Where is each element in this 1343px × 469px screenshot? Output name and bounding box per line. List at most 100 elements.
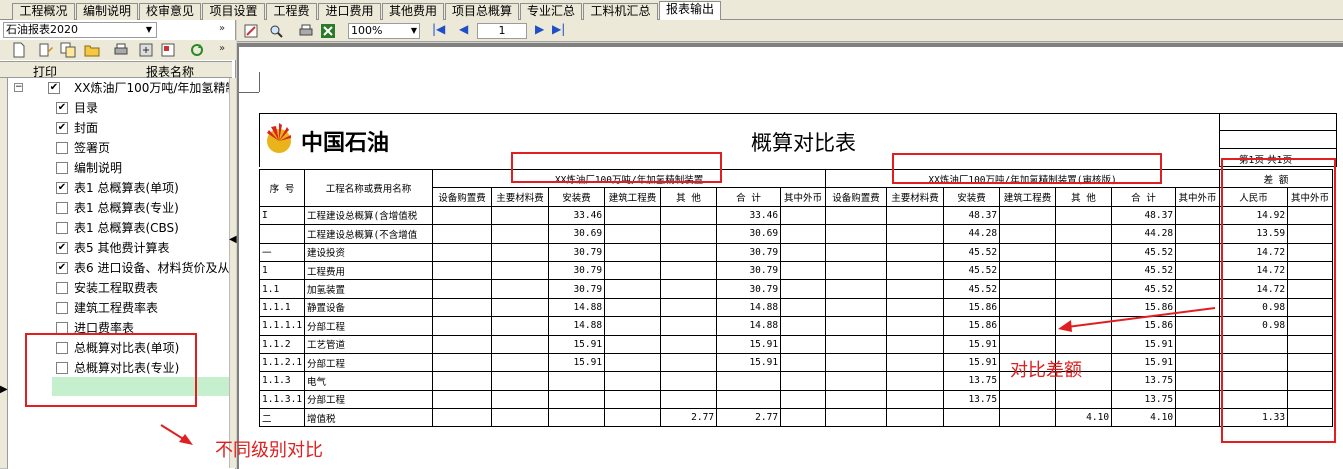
collapse-icon[interactable]: »	[219, 23, 225, 34]
crop-mark	[239, 92, 259, 93]
value-cell: 30.79	[548, 279, 606, 299]
value-cell	[825, 297, 888, 318]
value-cell: 45.52	[943, 279, 1001, 299]
tab-review-opinions[interactable]: 校审意见	[139, 3, 201, 20]
export-icon[interactable]	[160, 42, 176, 58]
value-cell: 45.52	[943, 242, 1001, 262]
more-tools-icon[interactable]: »	[219, 43, 225, 54]
new-icon[interactable]	[11, 42, 27, 58]
value-cell: 30.79	[716, 242, 782, 262]
value-cell	[716, 371, 782, 391]
report-list-item[interactable]: 签署页	[56, 138, 228, 158]
report-list-item[interactable]: 编制说明	[56, 158, 228, 178]
row-name-cell: 工程费用	[304, 260, 434, 281]
root-checkbox[interactable]: ✔	[48, 82, 60, 94]
tab-import-cost[interactable]: 进口费用	[318, 3, 381, 20]
value-cell	[491, 371, 550, 391]
row-seq-cell	[258, 224, 306, 244]
print-checkbox[interactable]	[56, 282, 68, 294]
value-cell	[491, 224, 550, 244]
collapse-toggle-icon[interactable]: −	[14, 83, 23, 92]
value-cell	[825, 408, 888, 428]
value-cell	[548, 389, 606, 410]
value-cell	[780, 297, 827, 318]
print-checkbox[interactable]	[56, 142, 68, 154]
print-checkbox[interactable]: ✔	[56, 182, 68, 194]
tab-project-overview[interactable]: 工程概况	[12, 3, 75, 20]
open-folder-icon[interactable]	[84, 42, 100, 58]
report-list-item[interactable]: ✔ 表1 总概算表(单项)	[56, 178, 228, 198]
value-cell: 15.91	[548, 352, 606, 373]
print-checkbox[interactable]	[56, 162, 68, 174]
print-checkbox[interactable]	[56, 202, 68, 214]
tab-discipline-summary[interactable]: 专业汇总	[520, 3, 582, 20]
edit-icon[interactable]	[38, 42, 54, 58]
print-checkbox[interactable]: ✔	[56, 122, 68, 134]
zoom-icon[interactable]	[268, 23, 284, 39]
splitter-arrow-icon[interactable]: ◀	[229, 234, 237, 245]
last-page-icon[interactable]: ▶|	[552, 22, 565, 36]
current-row-icon: ▶	[0, 384, 8, 395]
first-page-icon[interactable]: |◀	[432, 22, 445, 36]
value-cell	[604, 297, 662, 318]
report-list-item[interactable]: 表1 总概算表(CBS)	[56, 218, 228, 238]
value-cell: 14.88	[716, 297, 782, 318]
report-list-item-label: 封面	[74, 121, 99, 135]
zoom-select[interactable]: 100% ▼	[348, 23, 420, 39]
value-cell	[1055, 205, 1113, 226]
tab-compile-notes[interactable]: 编制说明	[76, 3, 138, 20]
row-name-cell: 增值税	[304, 408, 434, 428]
value-cell	[999, 205, 1057, 226]
report-list-item[interactable]: 安装工程取费表	[56, 278, 228, 298]
value-cell	[999, 316, 1057, 336]
print-checkbox[interactable]	[56, 222, 68, 234]
refresh-icon[interactable]	[189, 42, 205, 58]
tab-resource-summary[interactable]: 工料机汇总	[583, 3, 658, 20]
row-seq-cell: I	[258, 205, 306, 226]
report-set-select[interactable]: 石油报表2020 ▼	[3, 22, 157, 38]
tab-project-settings[interactable]: 项目设置	[202, 3, 265, 20]
value-cell	[825, 371, 888, 391]
print-checkbox[interactable]: ✔	[56, 242, 68, 254]
report-list-item[interactable]: ✔ 表6 进口设备、材料货价及从	[56, 258, 229, 278]
tab-engineering-cost[interactable]: 工程费	[266, 3, 317, 20]
row-name-cell: 加氢装置	[304, 279, 434, 299]
value-cell	[886, 316, 945, 336]
print-preview-icon[interactable]	[298, 23, 314, 39]
tab-total-estimate[interactable]: 项目总概算	[445, 3, 519, 20]
value-cell	[825, 389, 888, 410]
print-checkbox[interactable]: ✔	[56, 102, 68, 114]
value-cell	[432, 316, 493, 336]
copy-icon[interactable]	[60, 42, 76, 58]
value-cell	[999, 297, 1057, 318]
report-list-item[interactable]: ✔ 目录	[56, 98, 228, 118]
value-cell	[432, 279, 493, 299]
excel-export-icon[interactable]	[320, 23, 336, 39]
value-cell: 13.75	[943, 371, 1001, 391]
sub-col-header: 设备购置费	[432, 187, 493, 207]
settings-icon[interactable]	[138, 42, 154, 58]
report-list-item[interactable]: 表1 总概算表(专业)	[56, 198, 228, 218]
report-list-item[interactable]: ✔ 表5 其他费计算表	[56, 238, 228, 258]
design-icon[interactable]	[243, 23, 259, 39]
print-checkbox[interactable]	[56, 302, 68, 314]
tab-other-cost[interactable]: 其他费用	[382, 3, 444, 20]
print-icon[interactable]	[113, 42, 129, 58]
value-cell	[604, 242, 662, 262]
report-list-item[interactable]: ✔ 封面	[56, 118, 228, 138]
report-list-item-label: 表1 总概算表(单项)	[74, 181, 179, 195]
table-row: 1.1.3.1 分部工程 13.75 13.75	[258, 389, 1334, 410]
vertical-scrollbar[interactable]	[229, 78, 236, 468]
report-title: 概算对比表	[751, 131, 856, 155]
page-number-input[interactable]: 1	[477, 23, 527, 39]
tab-report-output[interactable]: 报表输出	[659, 1, 721, 21]
value-cell	[1055, 279, 1113, 299]
report-list-item[interactable]: 建筑工程费率表	[56, 298, 228, 318]
prev-page-icon[interactable]: ◀	[459, 22, 468, 36]
print-checkbox[interactable]: ✔	[56, 262, 68, 274]
value-cell: 14.88	[716, 316, 782, 336]
value-cell: 15.91	[943, 334, 1001, 354]
next-page-icon[interactable]: ▶	[535, 22, 544, 36]
tree-root[interactable]: − ✔ XX炼油厂100万吨/年加氢精制	[14, 78, 229, 98]
row-name-cell: 工程建设总概算(含增值税	[304, 205, 434, 226]
